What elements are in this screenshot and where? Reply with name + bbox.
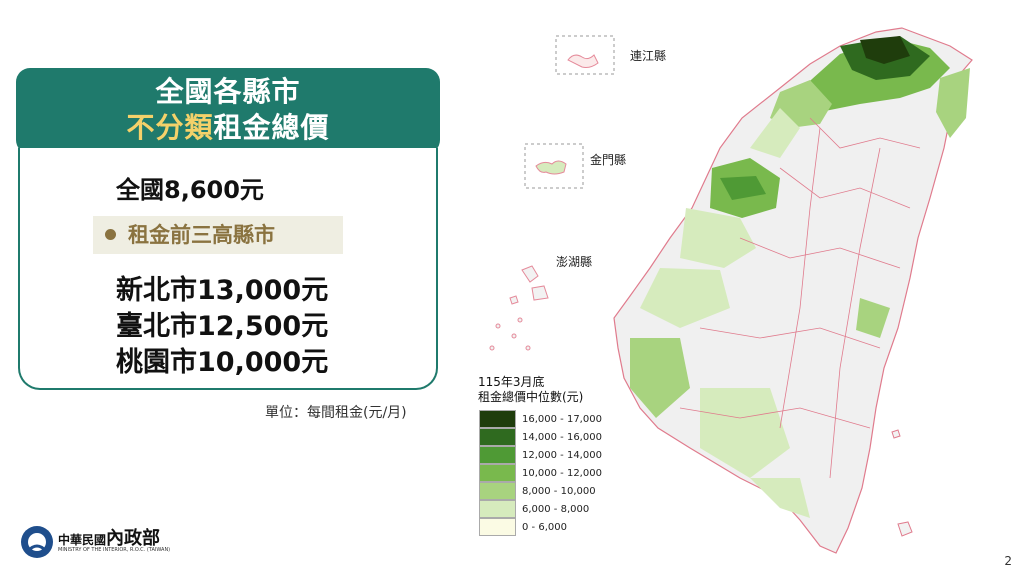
lienchiang-label: 連江縣 [630,49,667,63]
legend-swatch [479,464,516,482]
top-three-heading: 租金前三高縣市 [93,216,343,254]
legend-swatch [479,518,516,536]
title-highlight: 不分類 [126,111,214,144]
top-city-2: 臺北市12,500元 [116,311,329,342]
top-city-3: 桃園市10,000元 [116,347,329,378]
legend-item: 14,000 - 16,000 [479,428,602,446]
penghu-label: 澎湖縣 [556,255,593,269]
legend-swatch [479,410,516,428]
logo-text: 中華民國內政部 [58,529,170,547]
legend-item: 0 - 6,000 [479,518,602,536]
legend-swatch [479,482,516,500]
title-banner: 全國各縣市 不分類租金總價 [16,68,440,154]
legend-swatch [479,446,516,464]
legend-label: 12,000 - 14,000 [522,449,602,461]
title-rest: 租金總價 [213,111,330,144]
lienchiang-shape [567,54,599,68]
legend-label: 6,000 - 8,000 [522,503,590,515]
legend-title: 115年3月底 租金總價中位數(元) [478,375,583,405]
logo-name: 中華民國 [58,532,107,547]
legend-label: 14,000 - 16,000 [522,431,602,443]
legend-label: 16,000 - 17,000 [522,413,602,425]
map-legend: 16,000 - 17,000 14,000 - 16,000 12,000 -… [479,410,602,536]
bullet-icon [105,228,116,240]
legend-item: 10,000 - 12,000 [479,464,602,482]
unit-note: 單位：每間租金(元/月) [265,405,407,421]
penghu-islands [489,265,549,351]
title-line-2: 不分類租金總價 [16,110,440,146]
lienchiang-inset [555,35,615,75]
top-city-list: 新北市13,000元 臺北市12,500元 桃園市10,000元 [116,273,328,381]
legend-label: 8,000 - 10,000 [522,485,596,497]
legend-item: 8,000 - 10,000 [479,482,602,500]
ministry-logo: 中華民國內政部 MINISTRY OF THE INTERIOR, R.O.C.… [20,525,170,559]
logo-name-2: 內政部 [106,527,161,549]
legend-item: 12,000 - 14,000 [479,446,602,464]
page-number: 2 [1004,554,1012,568]
legend-title-line-1: 115年3月底 [478,375,545,389]
kinmen-label: 金門縣 [590,153,627,167]
kinmen-shape [535,160,567,175]
national-median: 全國8,600元 [116,176,264,204]
ministry-emblem-icon [21,526,53,558]
legend-swatch [479,428,516,446]
legend-label: 0 - 6,000 [522,521,567,533]
legend-title-line-2: 租金總價中位數(元) [478,390,584,404]
top-three-label: 租金前三高縣市 [128,223,275,247]
legend-item: 6,000 - 8,000 [479,500,602,518]
top-city-1: 新北市13,000元 [116,275,329,306]
green-island [891,429,901,439]
title-line-1: 全國各縣市 [155,75,301,108]
legend-item: 16,000 - 17,000 [479,410,602,428]
logo-subtitle: MINISTRY OF THE INTERIOR, R.O.C. (TAIWAN… [58,546,171,553]
legend-label: 10,000 - 12,000 [522,467,602,479]
lanyu-island [897,521,913,537]
legend-swatch [479,500,516,518]
